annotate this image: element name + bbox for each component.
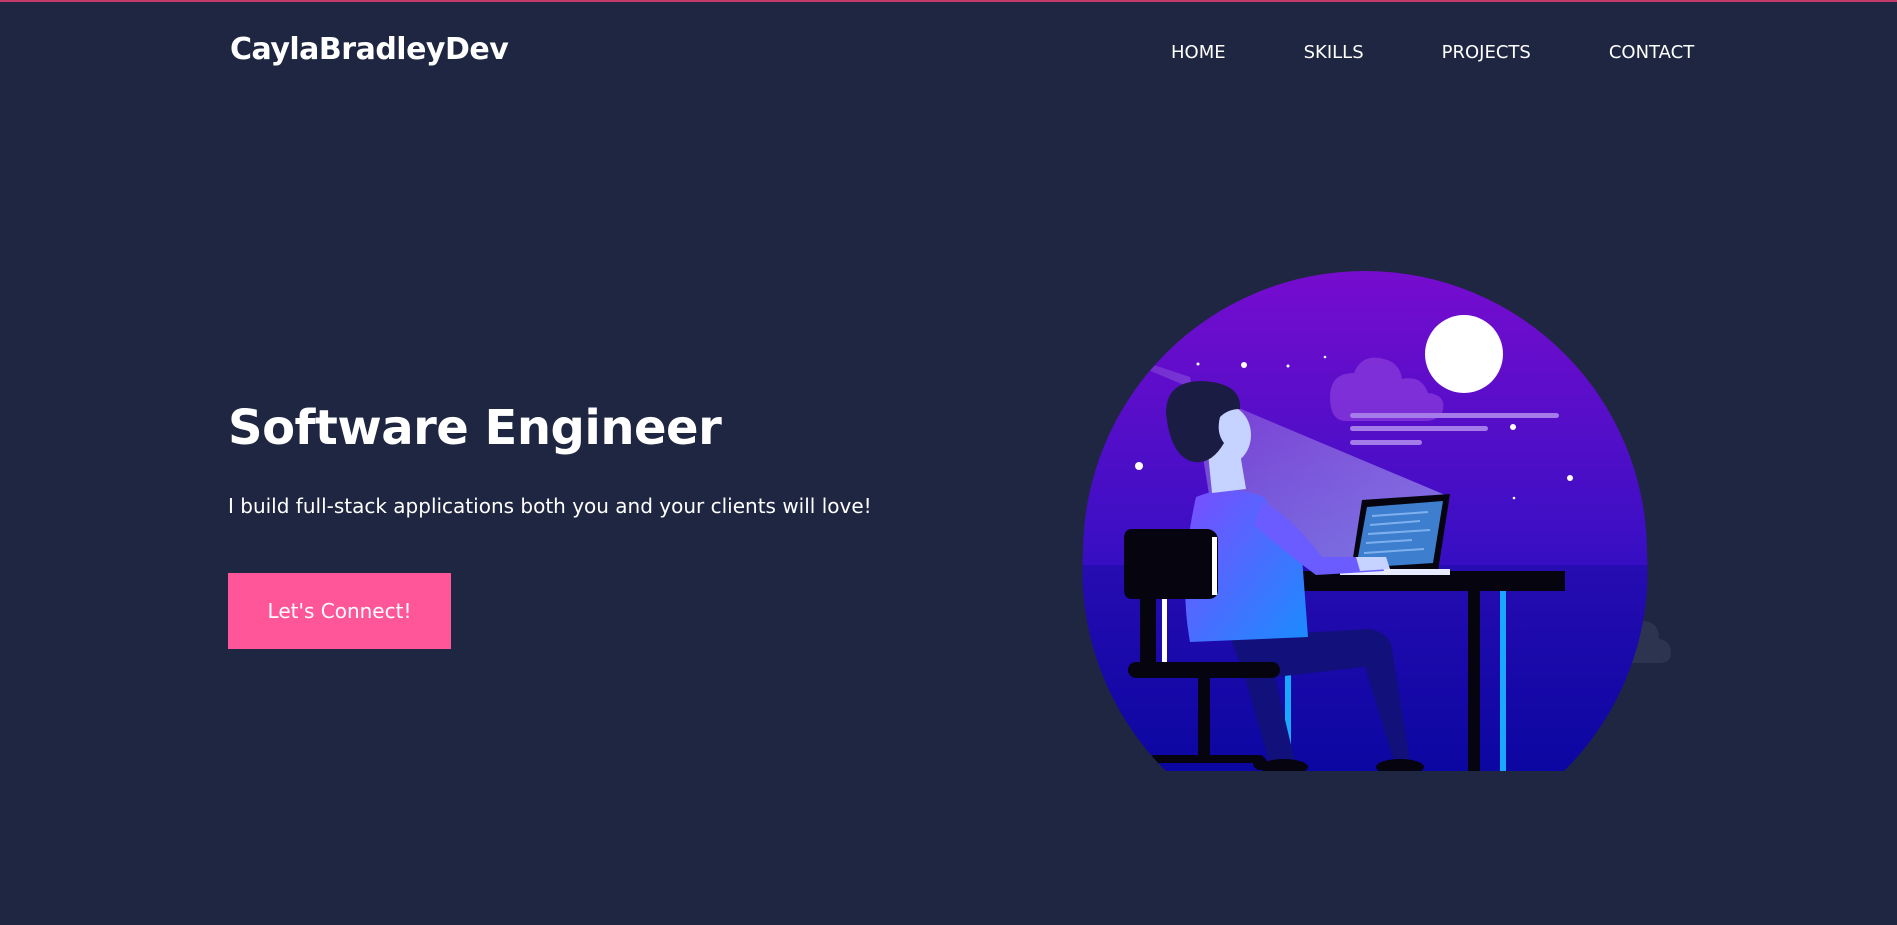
site-logo[interactable]: CaylaBradleyDev: [230, 32, 509, 67]
nav-links: HOME SKILLS PROJECTS CONTACT: [1171, 42, 1694, 63]
nav-link-home[interactable]: HOME: [1171, 42, 1226, 63]
page: CaylaBradleyDev HOME SKILLS PROJECTS CON…: [0, 0, 1897, 925]
lets-connect-button[interactable]: Let's Connect!: [228, 573, 451, 649]
navbar: CaylaBradleyDev HOME SKILLS PROJECTS CON…: [0, 2, 1897, 102]
hero-subtitle: I build full-stack applications both you…: [228, 494, 872, 518]
nav-link-skills[interactable]: SKILLS: [1304, 42, 1364, 63]
developer-at-desk-illustration: [1040, 257, 1680, 777]
nav-link-contact[interactable]: CONTACT: [1609, 42, 1694, 63]
hero-title: Software Engineer: [228, 400, 722, 456]
nav-link-projects[interactable]: PROJECTS: [1442, 42, 1531, 63]
